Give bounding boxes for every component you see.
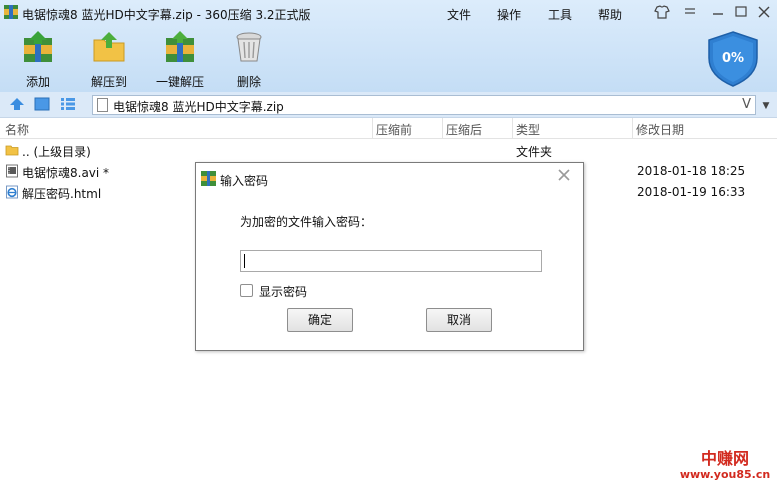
password-input[interactable] — [240, 250, 542, 272]
address-path: 电锯惊魂8 蓝光HD中文字幕.zip — [113, 100, 284, 114]
file-name: 电锯惊魂8.avi * — [22, 166, 110, 180]
menu-help[interactable]: 帮助 — [598, 6, 622, 23]
column-divider[interactable] — [442, 118, 443, 139]
column-type[interactable]: 类型 — [516, 121, 540, 138]
password-dialog: 输入密码 为加密的文件输入密码： 显示密码 确定 取消 — [195, 162, 584, 351]
text-caret — [244, 254, 245, 268]
large-icon-view-icon[interactable] — [34, 97, 50, 111]
add-archive-icon — [24, 31, 52, 62]
file-name: 解压密码.html — [22, 187, 102, 201]
watermark: 中赚网 www.you85.cn — [676, 450, 774, 482]
show-password-checkbox[interactable] — [240, 284, 253, 297]
add-label: 添加 — [25, 75, 50, 89]
app-icon — [4, 5, 18, 19]
column-divider[interactable] — [372, 118, 373, 139]
file-row[interactable]: .. (上级目录) 文件夹 — [0, 140, 777, 161]
video-file-icon — [6, 164, 18, 178]
menu-icon[interactable] — [680, 3, 700, 21]
address-bar[interactable]: 电锯惊魂8 蓝光HD中文字幕.zip V — [92, 95, 756, 115]
menu-operation[interactable]: 操作 — [497, 6, 521, 23]
archive-file-icon — [97, 98, 108, 112]
column-name[interactable]: 名称 — [5, 121, 29, 138]
show-password-label[interactable]: 显示密码 — [259, 283, 307, 300]
extract-to-button[interactable]: 解压到 — [86, 30, 132, 90]
address-v-button[interactable]: V — [742, 97, 751, 112]
chevron-down-icon[interactable]: ▼ — [758, 97, 774, 115]
address-row: 电锯惊魂8 蓝光HD中文字幕.zip V — [0, 92, 777, 118]
file-date: 2018-01-19 16:33 — [637, 185, 746, 199]
dialog-close-icon[interactable] — [556, 167, 572, 183]
menu-file[interactable]: 文件 — [447, 6, 471, 23]
security-shield[interactable]: 0% — [706, 30, 760, 88]
dialog-title: 输入密码 — [220, 174, 269, 188]
menu-tools[interactable]: 工具 — [548, 6, 572, 23]
window-title: 电锯惊魂8 蓝光HD中文字幕.zip - 360压缩 3.2正式版 — [22, 8, 311, 22]
one-click-extract-button[interactable]: 一键解压 — [152, 30, 208, 90]
one-click-extract-label: 一键解压 — [155, 75, 204, 89]
up-arrow-icon[interactable] — [9, 97, 25, 111]
maximize-icon[interactable] — [731, 3, 751, 21]
title-bar: 电锯惊魂8 蓝光HD中文字幕.zip - 360压缩 3.2正式版 文件 操作 … — [0, 0, 777, 26]
trash-icon — [236, 32, 262, 62]
folder-icon — [5, 145, 19, 156]
ok-button[interactable]: 确定 — [287, 308, 353, 332]
cancel-button[interactable]: 取消 — [426, 308, 492, 332]
file-name: .. (上级目录) — [22, 145, 91, 159]
file-type: 文件夹 — [516, 145, 553, 159]
column-size-before[interactable]: 压缩前 — [376, 121, 412, 138]
close-icon[interactable] — [754, 3, 774, 21]
column-size-after[interactable]: 压缩后 — [446, 121, 482, 138]
security-percent: 0% — [721, 51, 745, 66]
toolbar-area: 电锯惊魂8 蓝光HD中文字幕.zip - 360压缩 3.2正式版 文件 操作 … — [0, 0, 777, 92]
list-view-icon[interactable] — [60, 97, 76, 111]
delete-button[interactable]: 删除 — [229, 30, 269, 90]
minimize-icon[interactable] — [708, 3, 728, 21]
column-header: 名称 压缩前 压缩后 类型 修改日期 — [0, 118, 777, 139]
extract-folder-icon — [93, 32, 125, 62]
one-click-extract-icon — [166, 31, 194, 62]
watermark-url: www.you85.cn — [679, 468, 771, 481]
archive-icon — [201, 171, 216, 186]
delete-label: 删除 — [236, 75, 261, 89]
extract-to-label: 解压到 — [90, 75, 127, 89]
add-button[interactable]: 添加 — [18, 30, 58, 90]
column-modified-date[interactable]: 修改日期 — [636, 121, 684, 138]
skin-icon[interactable] — [652, 3, 672, 21]
dialog-prompt: 为加密的文件输入密码： — [240, 215, 373, 229]
column-divider[interactable] — [512, 118, 513, 139]
file-date: 2018-01-18 18:25 — [637, 164, 746, 178]
watermark-title: 中赚网 — [700, 449, 749, 468]
html-file-icon — [6, 185, 18, 199]
column-divider[interactable] — [632, 118, 633, 139]
